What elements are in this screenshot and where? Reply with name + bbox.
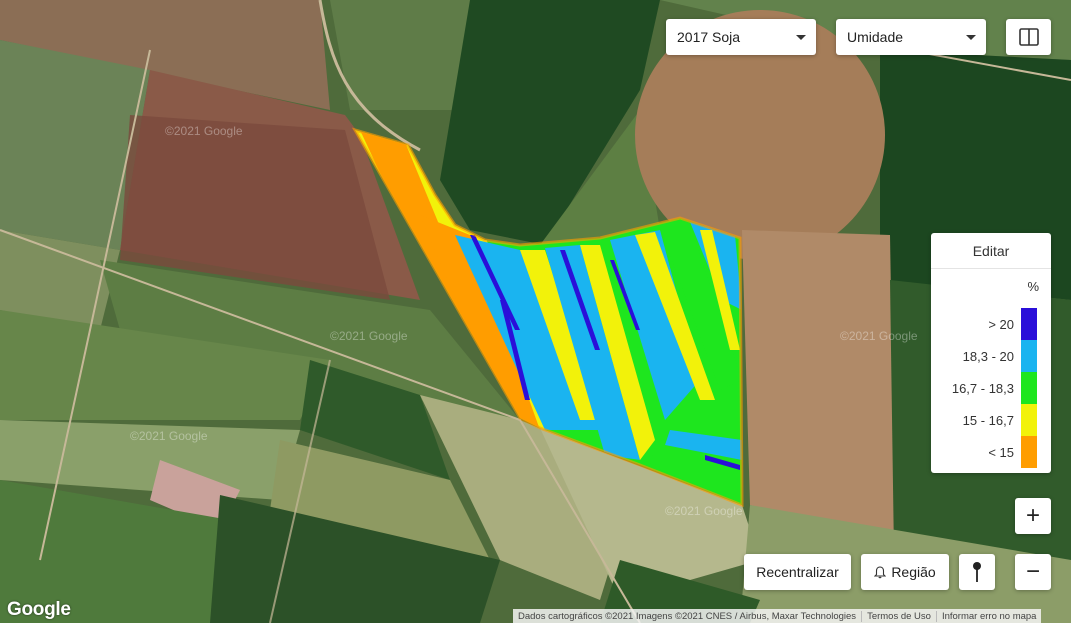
region-button-label: Região xyxy=(891,564,936,580)
season-select[interactable]: 2017 Soja xyxy=(666,19,816,55)
terms-link[interactable]: Termos de Uso xyxy=(861,610,936,622)
chevron-down-icon xyxy=(966,34,976,40)
legend-item: > 20 xyxy=(988,308,1037,340)
legend-swatch xyxy=(1021,404,1037,436)
map-watermark: ©2021 Google xyxy=(665,504,743,518)
legend-swatch xyxy=(1021,372,1037,404)
google-logo: Google xyxy=(7,599,71,620)
legend-item: 16,7 - 18,3 xyxy=(952,372,1037,404)
map-watermark: ©2021 Google xyxy=(840,329,918,343)
season-select-value: 2017 Soja xyxy=(677,29,741,45)
region-button[interactable]: Região xyxy=(861,554,949,590)
legend-item: 18,3 - 20 xyxy=(963,340,1037,372)
zoom-in-button[interactable]: + xyxy=(1015,498,1051,534)
legend-unit: % xyxy=(1027,279,1039,294)
split-view-icon xyxy=(1018,28,1039,46)
legend-swatch xyxy=(1021,436,1037,468)
legend-item-label: 16,7 - 18,3 xyxy=(951,380,1014,396)
map-data-attribution: Dados cartográficos ©2021 Imagens ©2021 … xyxy=(518,610,857,622)
map-watermark: ©2021 Google xyxy=(130,429,208,443)
legend-swatch xyxy=(1021,308,1037,340)
map-watermark: ©2021 Google xyxy=(330,329,408,343)
chevron-down-icon xyxy=(796,34,806,40)
map-pin-icon xyxy=(973,562,981,582)
layer-select-value: Umidade xyxy=(847,29,904,45)
legend-swatch xyxy=(1021,340,1037,372)
legend-item-label: 18,3 - 20 xyxy=(962,348,1014,364)
attribution-bar: Dados cartográficos ©2021 Imagens ©2021 … xyxy=(513,609,1042,623)
zoom-out-button[interactable]: − xyxy=(1015,554,1051,590)
satellite-map[interactable]: ©2021 Google ©2021 Google ©2021 Google ©… xyxy=(0,0,1071,623)
map-watermark: ©2021 Google xyxy=(165,124,243,138)
layer-select[interactable]: Umidade xyxy=(836,19,986,55)
recenter-button[interactable]: Recentralizar xyxy=(744,554,851,590)
report-error-link[interactable]: Informar erro no mapa xyxy=(935,610,1042,622)
legend-item-label: > 20 xyxy=(988,316,1014,332)
legend-item: 15 - 16,7 xyxy=(963,404,1037,436)
legend-panel: Editar % > 20 18,3 - 20 16,7 - 18,3 15 -… xyxy=(931,233,1051,473)
bell-icon xyxy=(874,565,887,578)
legend-item: < 15 xyxy=(988,436,1037,468)
split-view-button[interactable] xyxy=(1006,19,1051,55)
legend-item-label: 15 - 16,7 xyxy=(962,412,1014,428)
legend-item-label: < 15 xyxy=(988,444,1014,460)
legend-edit-button[interactable]: Editar xyxy=(931,233,1051,269)
pin-button[interactable] xyxy=(959,554,995,590)
